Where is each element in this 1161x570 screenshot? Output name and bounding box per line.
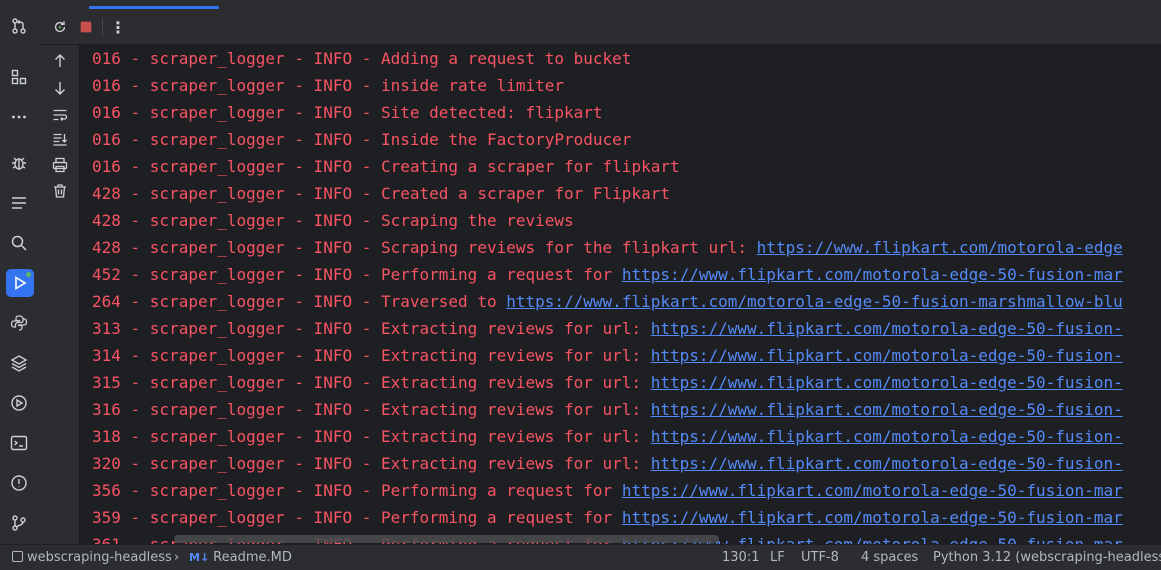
log-line: 016 - scraper_logger - INFO - Creating a… <box>92 157 680 176</box>
print-icon[interactable] <box>50 155 70 175</box>
layers-icon[interactable] <box>8 352 30 374</box>
log-url-link[interactable]: https://www.flipkart.com/motorola-edge-5… <box>622 265 1123 284</box>
console-output[interactable]: 016 - scraper_logger - INFO - Adding a r… <box>79 45 1161 544</box>
log-line: 318 - scraper_logger - INFO - Extracting… <box>92 427 1123 446</box>
log-line: 452 - scraper_logger - INFO - Performing… <box>92 265 1123 284</box>
rerun-button[interactable] <box>50 17 70 37</box>
terminal-icon[interactable] <box>8 432 30 454</box>
markdown-icon: M↓ <box>189 551 210 564</box>
log-line: 428 - scraper_logger - INFO - Created a … <box>92 184 670 203</box>
stop-button[interactable] <box>76 17 96 37</box>
left-toolbar <box>0 0 41 544</box>
run-icon[interactable] <box>6 269 34 297</box>
rerun-icon <box>54 21 66 33</box>
log-line: 428 - scraper_logger - INFO - Scraping r… <box>92 238 1123 257</box>
more-actions-button[interactable]: ⋮ <box>108 17 128 37</box>
log-line: 016 - scraper_logger - INFO - Inside the… <box>92 130 632 149</box>
log-line: 428 - scraper_logger - INFO - Scraping t… <box>92 211 574 230</box>
log-line: 016 - scraper_logger - INFO - Site detec… <box>92 103 603 122</box>
log-line: 315 - scraper_logger - INFO - Extracting… <box>92 373 1123 392</box>
horizontal-scrollbar[interactable] <box>174 535 719 543</box>
run-status-badge <box>26 272 31 277</box>
commit-icon[interactable] <box>8 15 30 37</box>
file-name: Readme.MD <box>213 550 292 565</box>
file-breadcrumb[interactable]: M↓ Readme.MD <box>189 545 292 570</box>
log-line: 320 - scraper_logger - INFO - Extracting… <box>92 454 1123 473</box>
line-ending[interactable]: LF <box>770 545 785 570</box>
scroll-to-end-icon[interactable] <box>50 129 70 149</box>
more-icon[interactable] <box>8 106 30 128</box>
log-line: 016 - scraper_logger - INFO - Adding a r… <box>92 49 632 68</box>
problems-icon[interactable] <box>8 472 30 494</box>
log-url-link[interactable]: https://www.flipkart.com/motorola-edge-5… <box>651 454 1123 473</box>
log-url-link[interactable]: https://www.flipkart.com/motorola-edge-5… <box>622 508 1123 527</box>
arrow-down-icon[interactable] <box>50 78 70 98</box>
structure-icon[interactable] <box>8 66 30 88</box>
log-url-link[interactable]: https://www.flipkart.com/motorola-edge-5… <box>651 346 1123 365</box>
project-name: webscraping-headless <box>27 550 172 565</box>
log-line: 016 - scraper_logger - INFO - inside rat… <box>92 76 565 95</box>
project-icon <box>12 551 23 562</box>
log-line: 313 - scraper_logger - INFO - Extracting… <box>92 319 1123 338</box>
bug-icon[interactable] <box>8 152 30 174</box>
trash-icon[interactable] <box>50 181 70 201</box>
status-bar: webscraping-headless › M↓ Readme.MD 130:1… <box>0 544 1161 570</box>
toolbar-separator <box>102 18 103 36</box>
log-line: 264 - scraper_logger - INFO - Traversed … <box>92 292 1123 311</box>
soft-wrap-icon[interactable] <box>50 105 70 125</box>
services-icon[interactable] <box>8 392 30 414</box>
file-encoding[interactable]: UTF-8 <box>801 545 839 570</box>
log-url-link[interactable]: https://www.flipkart.com/motorola-edge-5… <box>622 481 1123 500</box>
log-url-link[interactable]: https://www.flipkart.com/motorola-edge-5… <box>651 373 1123 392</box>
indent-setting[interactable]: 4 spaces <box>861 545 918 570</box>
run-toolbar: ⋮ <box>40 9 1161 45</box>
console-gutter <box>40 45 79 544</box>
log-url-link[interactable]: https://www.flipkart.com/motorola-edge-5… <box>651 319 1123 338</box>
stop-icon <box>80 21 92 33</box>
search-icon[interactable] <box>8 232 30 254</box>
log-url-link[interactable]: https://www.flipkart.com/motorola-edge <box>757 238 1123 257</box>
log-line: 316 - scraper_logger - INFO - Extracting… <box>92 400 1123 419</box>
log-line: 359 - scraper_logger - INFO - Performing… <box>92 508 1123 527</box>
log-url-link[interactable]: https://www.flipkart.com/motorola-edge-5… <box>651 427 1123 446</box>
log-line: 314 - scraper_logger - INFO - Extracting… <box>92 346 1123 365</box>
python-icon[interactable] <box>8 312 30 334</box>
log-url-link[interactable]: https://www.flipkart.com/motorola-edge-5… <box>506 292 1123 311</box>
log-url-link[interactable]: https://www.flipkart.com/motorola-edge-5… <box>651 400 1123 419</box>
log-line: 356 - scraper_logger - INFO - Performing… <box>92 481 1123 500</box>
caret-position[interactable]: 130:1 <box>722 545 759 570</box>
arrow-up-icon[interactable] <box>50 51 70 71</box>
project-breadcrumb[interactable]: webscraping-headless <box>12 545 172 570</box>
breadcrumb-separator: › <box>174 550 180 565</box>
python-interpreter[interactable]: Python 3.12 (webscraping-headless) <box>933 545 1161 570</box>
list-icon[interactable] <box>8 192 30 214</box>
git-icon[interactable] <box>8 512 30 534</box>
